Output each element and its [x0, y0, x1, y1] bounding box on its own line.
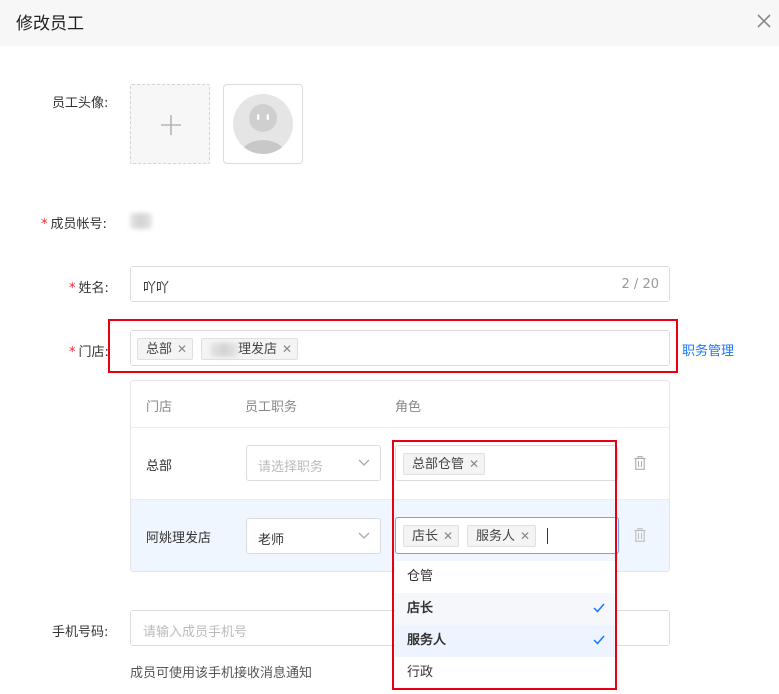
table-header-position: 员工职务 — [245, 400, 298, 415]
close-icon[interactable] — [755, 12, 773, 30]
phone-input-placeholder: 请输入成员手机号 — [143, 625, 248, 640]
role-tag: 总部仓管 ✕ — [403, 453, 486, 475]
table-header-store: 门店 — [146, 400, 173, 415]
default-avatar-icon — [233, 94, 293, 154]
dropdown-option[interactable]: 仓管 — [395, 561, 615, 593]
store-label: * 门店: — [69, 345, 109, 360]
position-select[interactable]: 老师 — [246, 518, 381, 554]
tag-remove-icon[interactable]: ✕ — [469, 454, 479, 474]
dialog-title: 修改员工 — [16, 14, 84, 34]
store-role-table: 门店 员工职务 角色 总部 请选择职务 总部仓管 ✕ 阿姚理发店 老师 店长 ✕ 服… — [130, 380, 670, 572]
phone-label: 手机号码: — [52, 625, 109, 640]
dropdown-option-selected[interactable]: 店长 — [395, 593, 615, 625]
position-select[interactable]: 请选择职务 — [246, 445, 381, 481]
role-tag: 服务人 ✕ — [467, 525, 537, 547]
avatar-upload-button[interactable] — [130, 84, 210, 164]
store-multiselect[interactable]: 总部 ✕ 理发店 ✕ — [130, 330, 670, 366]
position-select-placeholder: 请选择职务 — [258, 460, 324, 475]
account-value-blurred — [130, 213, 152, 229]
role-tag: 店长 ✕ — [403, 525, 460, 547]
tag-remove-icon[interactable]: ✕ — [177, 339, 187, 359]
phone-hint: 成员可使用该手机接收消息通知 — [130, 666, 313, 681]
table-header-role: 角色 — [395, 400, 422, 415]
tag-remove-icon[interactable]: ✕ — [443, 526, 453, 546]
tag-remove-icon[interactable]: ✕ — [282, 339, 292, 359]
avatar-label: 员工头像: — [52, 96, 109, 111]
trash-icon[interactable] — [634, 528, 646, 542]
dropdown-option[interactable]: 行政 — [395, 657, 615, 689]
position-select-value: 老师 — [258, 533, 285, 548]
name-label: * 姓名: — [69, 281, 109, 296]
position-management-link[interactable]: 职务管理 — [682, 340, 734, 359]
dialog-header: 修改员工 — [0, 0, 779, 46]
chevron-down-icon — [358, 532, 370, 539]
avatar — [223, 84, 303, 164]
tag-remove-icon[interactable]: ✕ — [520, 526, 530, 546]
store-tag: 总部 ✕ — [137, 338, 194, 360]
store-name-blurred — [210, 342, 238, 357]
store-tag: 理发店 ✕ — [201, 338, 299, 360]
account-label: * 成员帐号: — [41, 217, 107, 232]
role-dropdown: 仓管 店长 服务人 行政 — [395, 561, 615, 689]
table-row-store: 阿姚理发店 — [146, 531, 212, 546]
role-multiselect-active[interactable]: 店长 ✕ 服务人 ✕ — [395, 517, 619, 554]
name-input-value: 吖吖 — [143, 281, 170, 296]
check-icon — [593, 635, 605, 645]
name-input[interactable]: 吖吖 2 / 20 — [130, 266, 670, 302]
role-multiselect[interactable]: 总部仓管 ✕ — [395, 445, 618, 481]
chevron-down-icon — [358, 459, 370, 466]
table-row-store: 总部 — [146, 459, 173, 474]
trash-icon[interactable] — [634, 456, 646, 470]
name-counter: 2 / 20 — [621, 277, 659, 292]
text-cursor — [547, 528, 548, 544]
plus-icon — [161, 115, 181, 135]
check-icon — [593, 603, 605, 613]
dropdown-option-selected[interactable]: 服务人 — [395, 625, 615, 657]
